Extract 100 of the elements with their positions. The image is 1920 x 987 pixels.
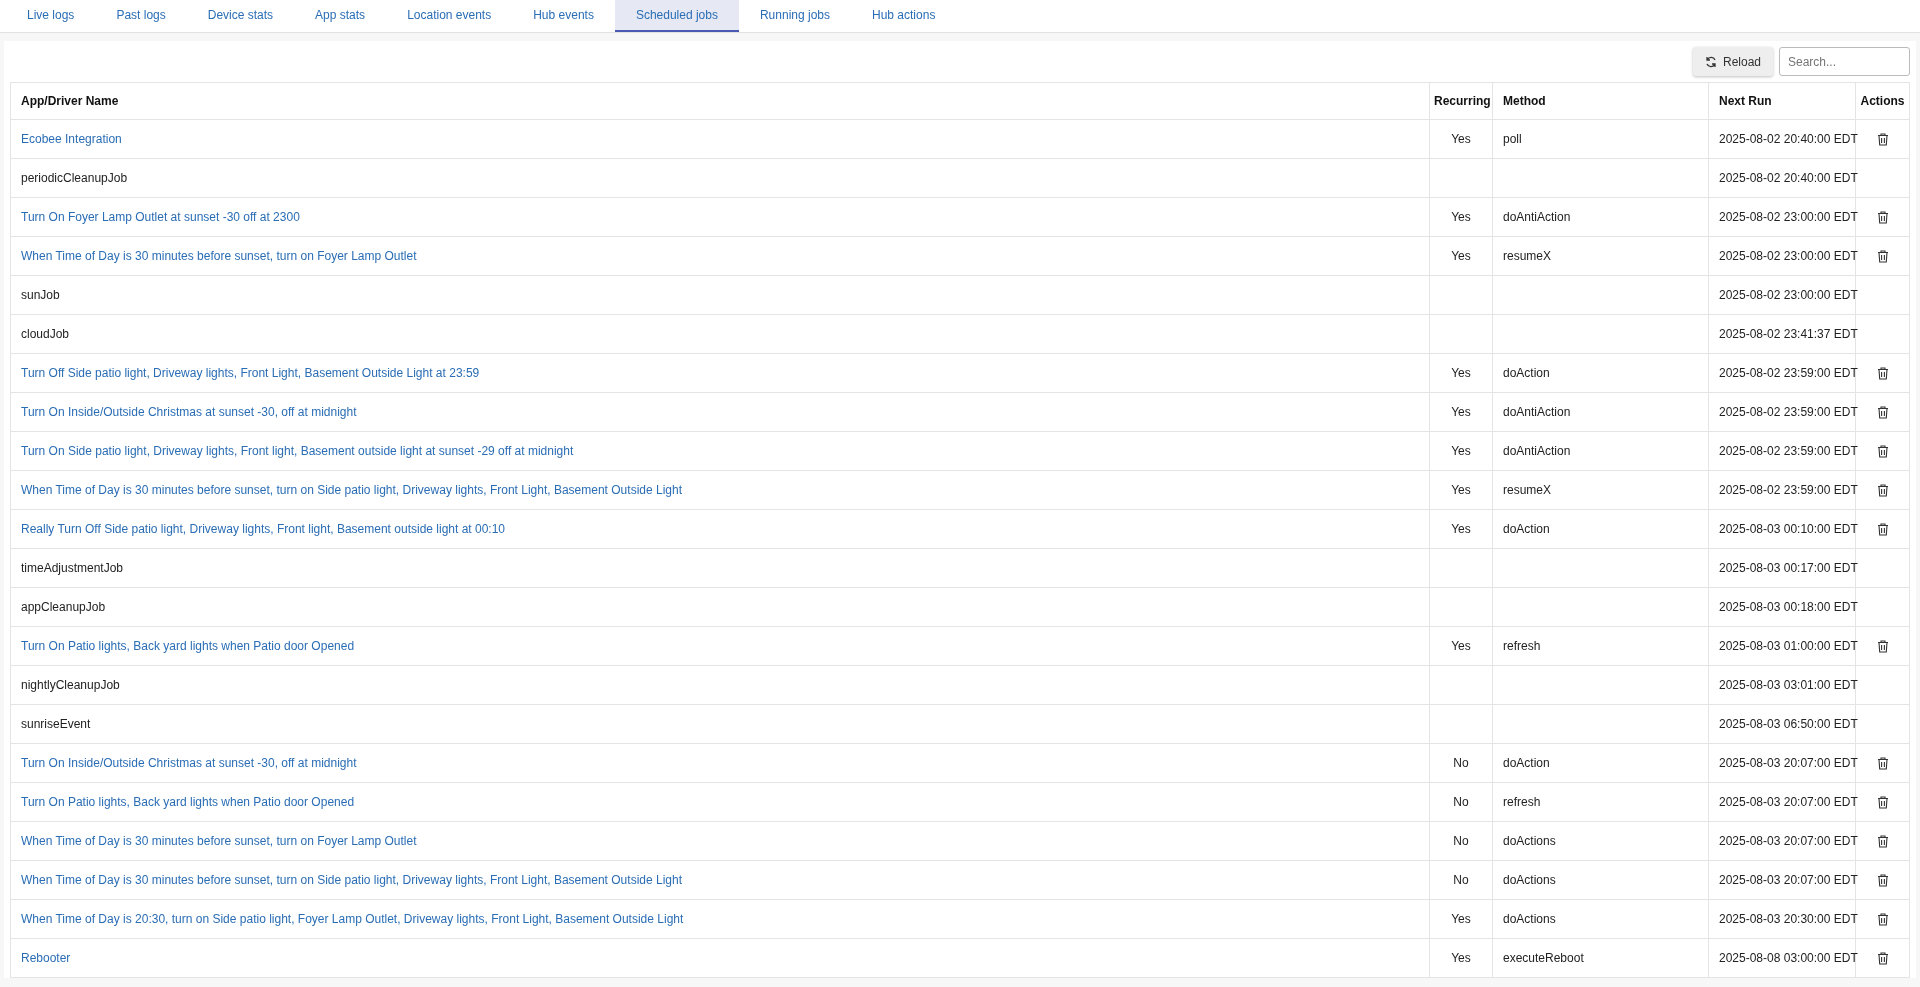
trash-icon[interactable] bbox=[1876, 796, 1889, 810]
app-link[interactable]: Turn On Patio lights, Back yard lights when Patio door Opened bbox=[21, 795, 355, 809]
method-cell: doAntiAction bbox=[1503, 210, 1571, 224]
job-name: timeAdjustmentJob bbox=[21, 561, 124, 575]
trash-icon[interactable] bbox=[1876, 445, 1889, 459]
app-link[interactable]: When Time of Day is 30 minutes before sunset, turn on Foyer Lamp Outlet bbox=[21, 834, 417, 848]
trash-icon[interactable] bbox=[1876, 133, 1889, 147]
next-run-cell: 2025-08-03 20:30:00 EDT bbox=[1719, 912, 1858, 926]
trash-icon[interactable] bbox=[1876, 211, 1889, 225]
next-run-cell: 2025-08-02 20:40:00 EDT bbox=[1719, 132, 1858, 146]
recurring-cell: Yes bbox=[1451, 639, 1471, 653]
app-link[interactable]: When Time of Day is 30 minutes before sunset, turn on Foyer Lamp Outlet bbox=[21, 249, 417, 263]
trash-icon[interactable] bbox=[1876, 913, 1889, 927]
trash-icon[interactable] bbox=[1876, 835, 1889, 849]
tab[interactable]: Device stats bbox=[186, 0, 295, 32]
next-run-cell: 2025-08-02 23:00:00 EDT bbox=[1719, 210, 1858, 224]
recurring-cell: Yes bbox=[1451, 483, 1471, 497]
app-link[interactable]: When Time of Day is 30 minutes before sunset, turn on Side patio light, Driveway lights, Front Light, Basement Outside Light bbox=[21, 873, 682, 887]
next-run-cell: 2025-08-08 03:00:00 EDT bbox=[1719, 951, 1858, 965]
method-cell: doActions bbox=[1503, 912, 1556, 926]
app-link[interactable]: Turn On Inside/Outside Christmas at sunset -30, off at midnight bbox=[21, 405, 357, 419]
tab[interactable]: Hub actions bbox=[851, 0, 957, 32]
next-run-cell: 2025-08-02 23:00:00 EDT bbox=[1719, 288, 1858, 302]
method-cell: doActions bbox=[1503, 834, 1556, 848]
trash-icon[interactable] bbox=[1876, 484, 1889, 498]
method-cell: refresh bbox=[1503, 639, 1541, 653]
method-cell: poll bbox=[1503, 132, 1522, 146]
column-header: App/Driver Name bbox=[21, 94, 119, 108]
refresh-icon bbox=[1704, 55, 1717, 68]
trash-icon[interactable] bbox=[1876, 406, 1889, 420]
app-link[interactable]: Turn On Inside/Outside Christmas at sunset -30, off at midnight bbox=[21, 756, 357, 770]
job-name: cloudJob bbox=[21, 327, 70, 341]
next-run-cell: 2025-08-03 20:07:00 EDT bbox=[1719, 873, 1858, 887]
next-run-cell: 2025-08-02 23:59:00 EDT bbox=[1719, 405, 1858, 419]
next-run-cell: 2025-08-03 20:07:00 EDT bbox=[1719, 756, 1858, 770]
method-cell: doAntiAction bbox=[1503, 444, 1571, 458]
app-link[interactable]: When Time of Day is 30 minutes before sunset, turn on Side patio light, Driveway lights, Front Light, Basement Outside Light bbox=[21, 483, 682, 497]
method-cell: refresh bbox=[1503, 795, 1541, 809]
job-name: sunJob bbox=[21, 288, 60, 302]
app-link[interactable]: When Time of Day is 20:30, turn on Side patio light, Foyer Lamp Outlet, Driveway lights, Front Light, Basement Outside Light bbox=[21, 912, 684, 926]
app-link[interactable]: Turn On Foyer Lamp Outlet at sunset -30 off at 2300 bbox=[21, 210, 300, 224]
job-name: nightlyCleanupJob bbox=[21, 678, 120, 692]
app-link[interactable]: Turn Off Side patio light, Driveway lights, Front Light, Basement Outside Light at 23:59 bbox=[21, 366, 480, 380]
method-cell: doAction bbox=[1503, 366, 1550, 380]
next-run-cell: 2025-08-03 00:17:00 EDT bbox=[1719, 561, 1858, 575]
next-run-cell: 2025-08-03 00:10:00 EDT bbox=[1719, 522, 1858, 536]
tab[interactable]: Live logs bbox=[6, 0, 96, 32]
recurring-cell: Yes bbox=[1451, 951, 1471, 965]
recurring-cell: Yes bbox=[1451, 249, 1471, 263]
method-cell: doActions bbox=[1503, 873, 1556, 887]
method-cell: doAction bbox=[1503, 756, 1550, 770]
next-run-cell: 2025-08-02 23:00:00 EDT bbox=[1719, 249, 1858, 263]
trash-icon[interactable] bbox=[1876, 640, 1889, 654]
tab[interactable]: Scheduled jobs bbox=[614, 0, 739, 32]
next-run-cell: 2025-08-02 23:41:37 EDT bbox=[1719, 327, 1858, 341]
recurring-cell: Yes bbox=[1451, 132, 1471, 146]
next-run-cell: 2025-08-02 23:59:00 EDT bbox=[1719, 444, 1858, 458]
method-cell: resumeX bbox=[1503, 483, 1552, 497]
recurring-cell: No bbox=[1453, 756, 1469, 770]
next-run-cell: 2025-08-03 00:18:00 EDT bbox=[1719, 600, 1858, 614]
next-run-cell: 2025-08-03 20:07:00 EDT bbox=[1719, 834, 1858, 848]
app-link[interactable]: Rebooter bbox=[21, 951, 71, 965]
trash-icon[interactable] bbox=[1876, 874, 1889, 888]
recurring-cell: No bbox=[1453, 873, 1469, 887]
reload-button[interactable]: Reload bbox=[1692, 47, 1773, 76]
column-header: Recurring bbox=[1434, 94, 1491, 108]
recurring-cell: Yes bbox=[1451, 912, 1471, 926]
search-field[interactable]: Search... bbox=[1779, 47, 1910, 76]
column-header: Method bbox=[1503, 94, 1546, 108]
tab[interactable]: Running jobs bbox=[738, 0, 851, 32]
recurring-cell: Yes bbox=[1451, 405, 1471, 419]
method-cell: executeReboot bbox=[1503, 951, 1584, 965]
job-name: appCleanupJob bbox=[21, 600, 106, 614]
tab[interactable]: Hub events bbox=[512, 0, 615, 32]
next-run-cell: 2025-08-03 01:00:00 EDT bbox=[1719, 639, 1858, 653]
app-link[interactable]: Ecobee Integration bbox=[21, 132, 122, 146]
recurring-cell: No bbox=[1453, 795, 1469, 809]
recurring-cell: Yes bbox=[1451, 444, 1471, 458]
next-run-cell: 2025-08-02 23:59:00 EDT bbox=[1719, 366, 1858, 380]
job-name: sunriseEvent bbox=[21, 717, 91, 731]
tab[interactable]: Past logs bbox=[95, 0, 187, 32]
next-run-cell: 2025-08-02 20:40:00 EDT bbox=[1719, 171, 1858, 185]
tab[interactable]: Location events bbox=[386, 0, 513, 32]
trash-icon[interactable] bbox=[1876, 757, 1889, 771]
recurring-cell: No bbox=[1453, 834, 1469, 848]
trash-icon[interactable] bbox=[1876, 367, 1889, 381]
next-run-cell: 2025-08-03 20:07:00 EDT bbox=[1719, 795, 1858, 809]
trash-icon[interactable] bbox=[1876, 250, 1889, 264]
tab[interactable]: App stats bbox=[294, 0, 387, 32]
method-cell: doAction bbox=[1503, 522, 1550, 536]
app-link[interactable]: Turn On Patio lights, Back yard lights when Patio door Opened bbox=[21, 639, 355, 653]
column-header: Next Run bbox=[1719, 94, 1772, 108]
app-link[interactable]: Turn On Side patio light, Driveway lights, Front light, Basement outside light at sunset -29 off at midnight bbox=[21, 444, 574, 458]
trash-icon[interactable] bbox=[1876, 952, 1889, 966]
next-run-cell: 2025-08-03 03:01:00 EDT bbox=[1719, 678, 1858, 692]
recurring-cell: Yes bbox=[1451, 210, 1471, 224]
method-cell: doAntiAction bbox=[1503, 405, 1571, 419]
app-link[interactable]: Really Turn Off Side patio light, Driveway lights, Front light, Basement outside light at 00:10 bbox=[21, 522, 506, 536]
trash-icon[interactable] bbox=[1876, 523, 1889, 537]
next-run-cell: 2025-08-03 06:50:00 EDT bbox=[1719, 717, 1858, 731]
